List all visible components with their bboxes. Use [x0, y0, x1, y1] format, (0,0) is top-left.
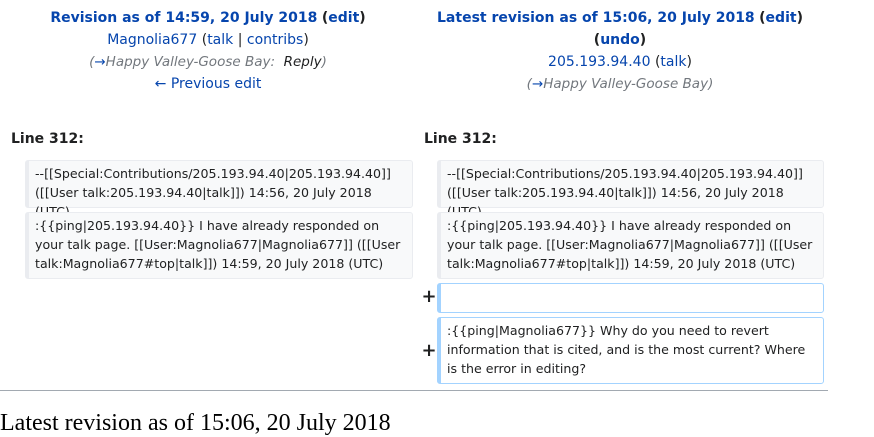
left-revision-title-link[interactable]: Revision as of 14:59, 20 July 2018: [50, 10, 317, 26]
left-line-number: Line 312:: [11, 131, 84, 147]
left-context-line-2: :{{ping|205.193.94.40}} I have already r…: [25, 212, 413, 279]
left-context-line-1: --[[Special:Contributions/205.193.94.40|…: [25, 160, 413, 219]
left-edit-link[interactable]: edit: [328, 10, 359, 26]
left-summary-section: Happy Valley-Goose Bay:: [105, 54, 276, 70]
added-line-marker: +: [421, 340, 437, 361]
left-contribs-link[interactable]: contribs: [247, 32, 303, 48]
added-empty-line: [437, 283, 824, 313]
right-revision-header: Latest revision as of 15:06, 20 July 201…: [412, 7, 828, 95]
right-context-line-2: :{{ping|205.193.94.40}} I have already r…: [437, 212, 824, 279]
left-summary-text: Reply: [283, 54, 322, 70]
right-user-link[interactable]: 205.193.94.40: [548, 54, 650, 70]
left-edit-summary: (→Happy Valley-Goose Bay: Reply): [89, 54, 327, 70]
right-revision-title-link[interactable]: Latest revision as of 15:06, 20 July 201…: [437, 10, 755, 26]
right-line-number: Line 312:: [424, 131, 497, 147]
right-context-line-1: --[[Special:Contributions/205.193.94.40|…: [437, 160, 824, 219]
undo-link[interactable]: undo: [600, 32, 640, 48]
left-user-link[interactable]: Magnolia677: [107, 32, 197, 48]
right-summary-section: Happy Valley-Goose Bay: [543, 76, 709, 92]
right-edit-link[interactable]: edit: [766, 10, 797, 26]
page-revision-heading: Latest revision as of 15:06, 20 July 201…: [0, 410, 391, 436]
left-revision-header: Revision as of 14:59, 20 July 2018 (edit…: [0, 7, 416, 95]
previous-edit-link[interactable]: ← Previous edit: [155, 76, 262, 92]
added-reply-line: :{{ping|Magnolia677}} Why do you need to…: [437, 317, 824, 384]
left-talk-link[interactable]: talk: [207, 32, 233, 48]
right-talk-link[interactable]: talk: [660, 54, 686, 70]
left-section-arrow-link[interactable]: →: [94, 54, 105, 70]
divider: [0, 390, 828, 391]
right-section-arrow-link[interactable]: →: [532, 76, 543, 92]
right-edit-summary: (→Happy Valley-Goose Bay): [526, 76, 714, 92]
added-line-marker: +: [421, 286, 437, 307]
